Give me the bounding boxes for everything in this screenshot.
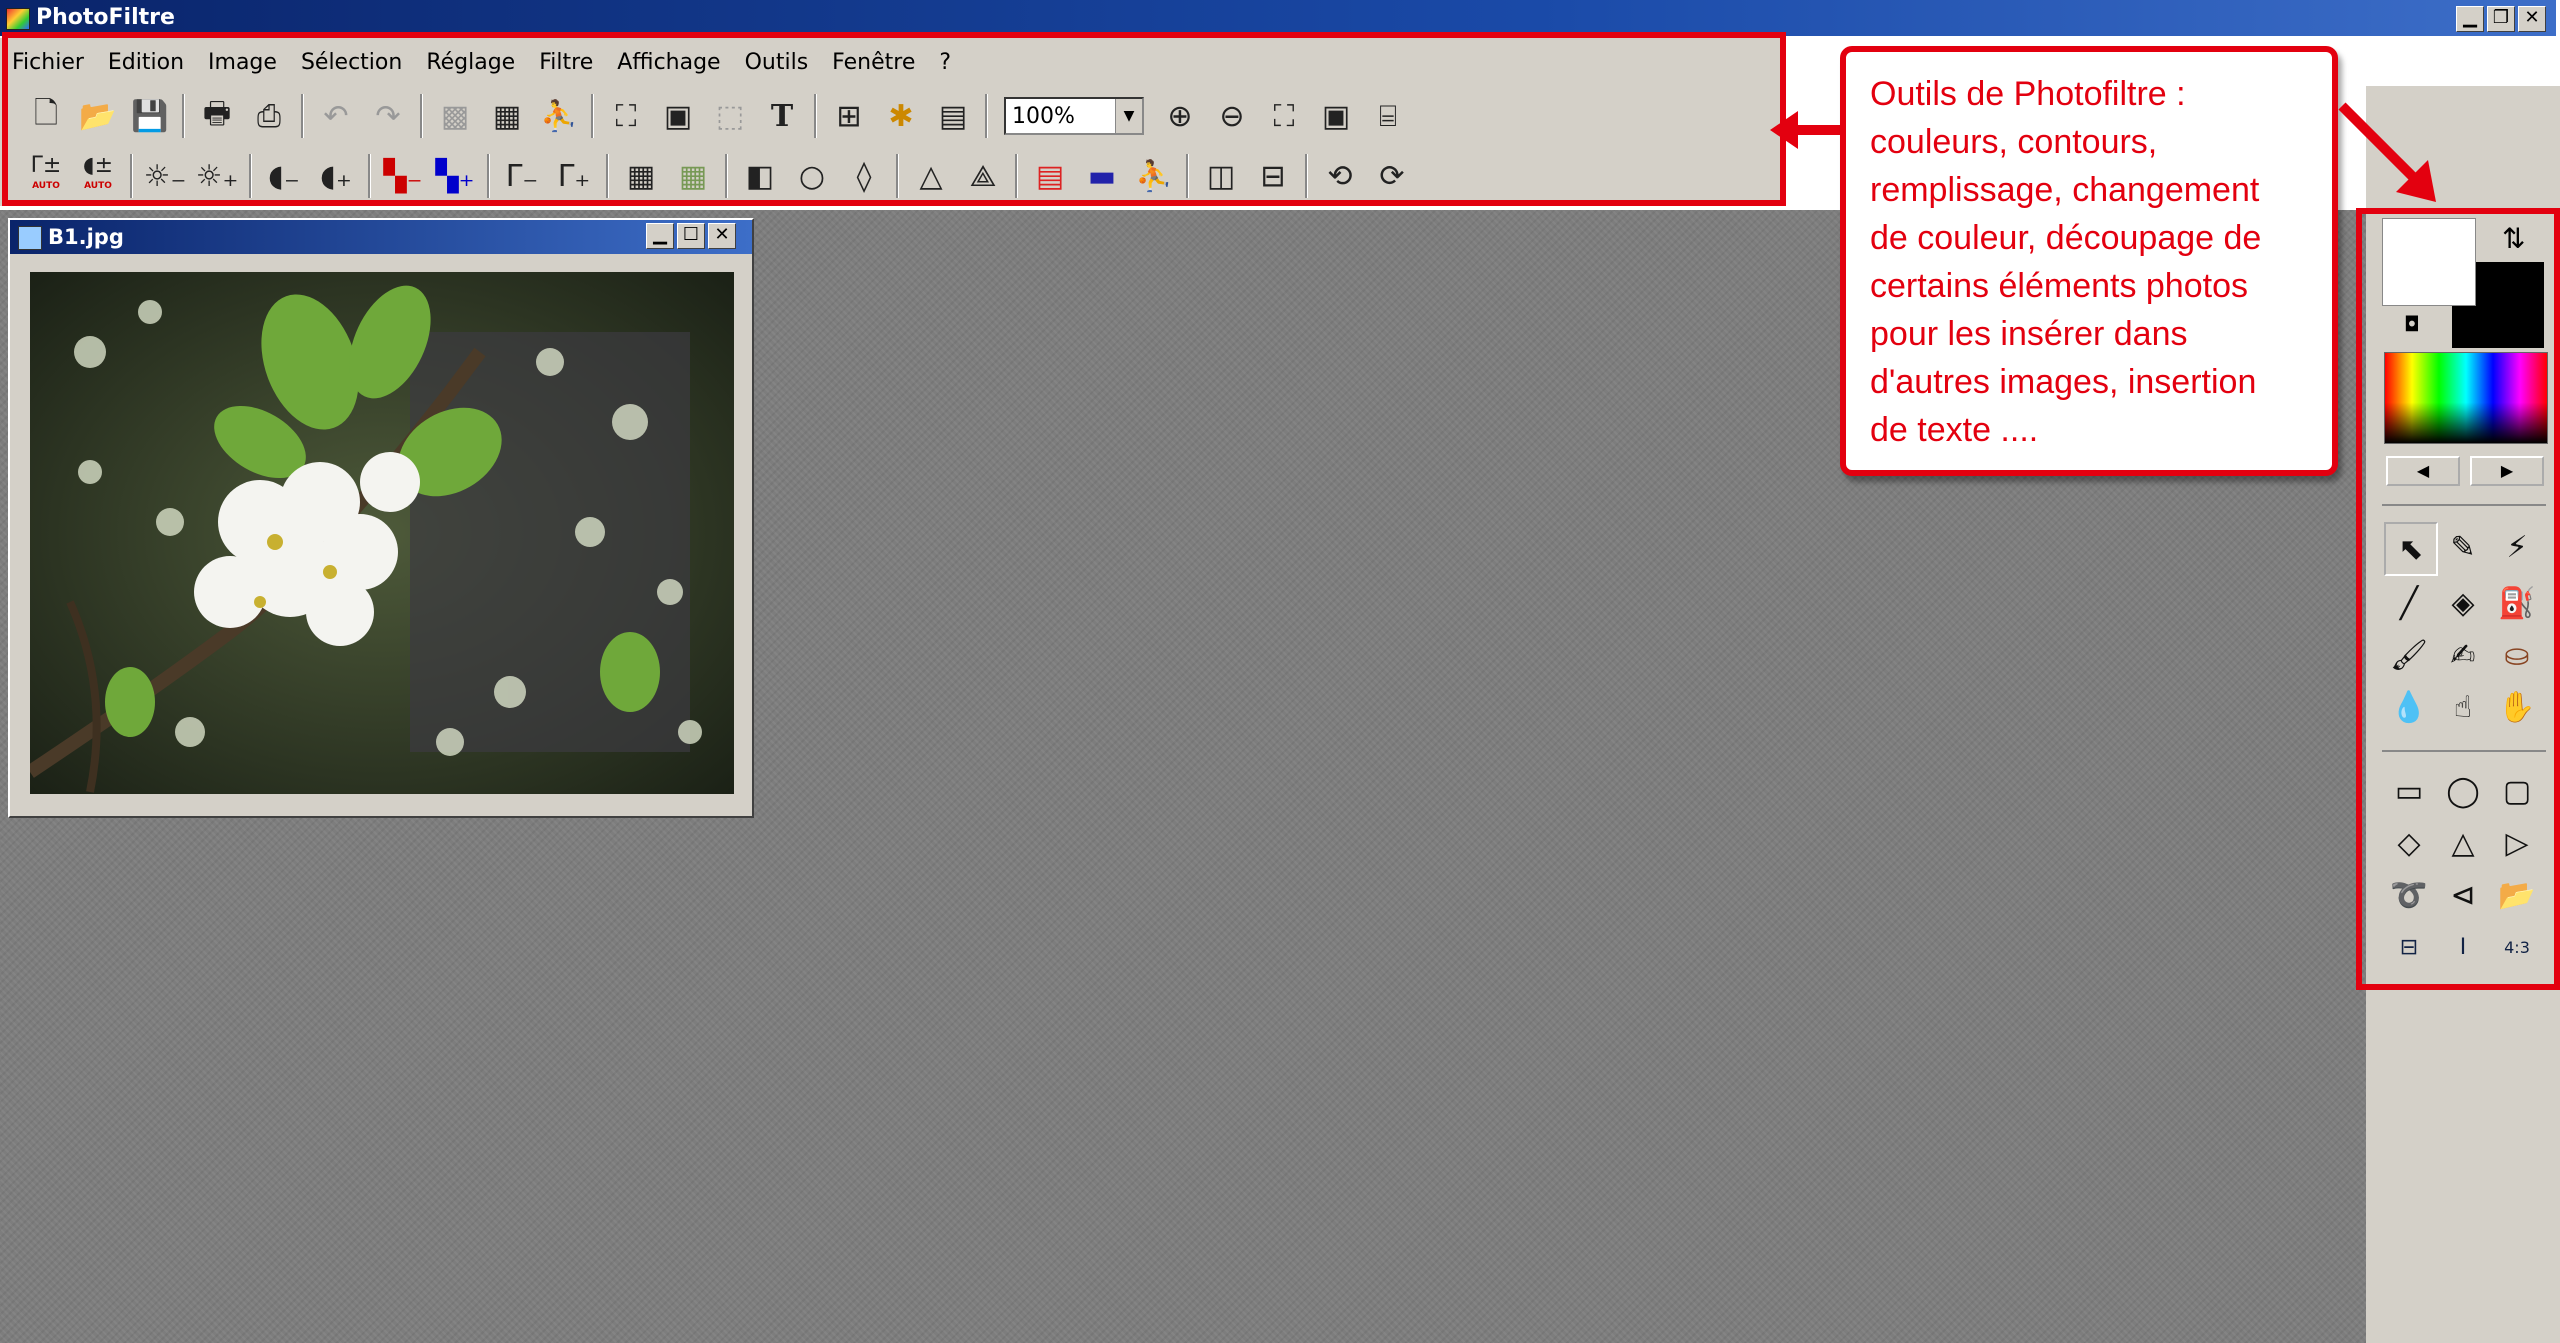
- close-button[interactable]: ✕: [2518, 6, 2546, 32]
- minimize-button[interactable]: ▁: [2456, 6, 2484, 32]
- app-title: PhotoFiltre: [36, 5, 175, 30]
- document-titlebar[interactable]: B1.jpg ▁ ☐ ✕: [10, 220, 752, 254]
- photo-canvas[interactable]: [30, 272, 734, 794]
- document-title: B1.jpg: [48, 225, 124, 249]
- blossom-photo: [30, 272, 734, 794]
- annotation-callout: Outils de Photofiltre : couleurs, contou…: [1840, 46, 2338, 476]
- document-close-button[interactable]: ✕: [708, 223, 736, 249]
- window-controls: ▁ ❐ ✕: [2456, 6, 2546, 32]
- annotation-line: pour les insérer dans: [1870, 315, 2188, 353]
- tools-panel-highlight-box: [2356, 208, 2560, 990]
- annotation-line: de texte ....: [1870, 411, 2039, 449]
- annotation-line: remplissage, changement: [1870, 171, 2260, 209]
- toolbar-highlight-box: [2, 32, 1786, 206]
- document-minimize-button[interactable]: ▁: [646, 223, 674, 249]
- document-window-controls: ▁ ☐ ✕: [646, 223, 736, 249]
- document-window: B1.jpg ▁ ☐ ✕: [8, 218, 754, 818]
- photofiltre-app-icon: [6, 8, 30, 30]
- document-maximize-button[interactable]: ☐: [677, 223, 705, 249]
- annotation-line: d'autres images, insertion: [1870, 363, 2257, 401]
- annotation-line: couleurs, contours,: [1870, 123, 2158, 161]
- restore-button[interactable]: ❐: [2487, 6, 2515, 32]
- annotation-arrow-left: [1770, 111, 1848, 149]
- annotation-arrow-down-right: [2338, 102, 2436, 202]
- annotation-line: certains éléments photos: [1870, 267, 2248, 305]
- image-file-icon: [18, 226, 42, 250]
- annotation-line: Outils de Photofiltre :: [1870, 75, 2186, 113]
- annotation-line: de couleur, découpage de: [1870, 219, 2262, 257]
- app-titlebar: PhotoFiltre ▁ ❐ ✕: [0, 0, 2556, 36]
